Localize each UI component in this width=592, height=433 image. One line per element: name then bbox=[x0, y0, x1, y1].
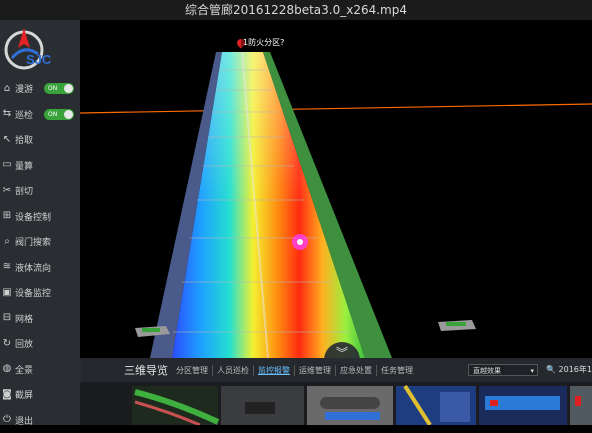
window-title: 综合管廊20161228beta3.0_x264.mp4 bbox=[0, 0, 592, 20]
sidebar-item-replay[interactable]: ↻ 回放 bbox=[0, 331, 80, 357]
thumbnail-5[interactable] bbox=[479, 386, 567, 425]
thumbnail-strip bbox=[80, 382, 592, 425]
tab-monitor-alarm[interactable]: 监控报警 bbox=[254, 365, 295, 376]
tunnel-heatmap-scene bbox=[80, 20, 592, 358]
dropdown-arrow-icon: ▾ bbox=[530, 365, 534, 377]
tab-operations[interactable]: 运维管理 bbox=[295, 365, 336, 376]
globe-icon: ◍ bbox=[2, 364, 12, 374]
thumbnail-2[interactable] bbox=[221, 386, 304, 425]
sidebar-item-device-control[interactable]: ⊞ 设备控制 bbox=[0, 204, 80, 230]
tab-zone-management[interactable]: 分区管理 bbox=[172, 365, 213, 376]
thumbnail-3[interactable] bbox=[307, 386, 393, 425]
sidebar-item-screenshot[interactable]: ◙ 截屏 bbox=[0, 382, 80, 408]
thumbnail-6[interactable] bbox=[570, 386, 592, 425]
sidebar-item-roam[interactable]: ⌂ 漫游 ON bbox=[0, 76, 80, 102]
route-icon: ⇆ bbox=[2, 109, 12, 119]
replay-icon: ↻ bbox=[2, 339, 12, 349]
sidebar-item-measure[interactable]: ▭ 量算 bbox=[0, 153, 80, 179]
sidebar-item-panorama[interactable]: ◍ 全景 bbox=[0, 357, 80, 383]
fire-zone-marker-label[interactable]: 1防火分区? bbox=[241, 37, 286, 48]
svg-text:SJC: SJC bbox=[26, 52, 52, 67]
date-display: 🔍 2016年1 bbox=[546, 364, 592, 375]
sidebar-menu: ⌂ 漫游 ON ⇆ 巡检 ON ↖ 拾取 ▭ 量算 ✂ 剖切 ⊞ 设备控制 ⌕ … bbox=[0, 76, 80, 433]
cut-icon: ✂ bbox=[2, 186, 12, 196]
valve-icon: ⌕ bbox=[2, 237, 12, 247]
power-icon: ⏻ bbox=[2, 415, 12, 425]
patrol-toggle[interactable]: ON bbox=[44, 109, 74, 120]
ruler-icon: ▭ bbox=[2, 160, 12, 170]
sidebar-item-liquid-flow[interactable]: ≋ 液体流向 bbox=[0, 255, 80, 281]
flow-icon: ≋ bbox=[2, 262, 12, 272]
sidebar-item-pick[interactable]: ↖ 拾取 bbox=[0, 127, 80, 153]
device-icon: ⊞ bbox=[2, 211, 12, 221]
sidebar-item-exit[interactable]: ⏻ 退出 bbox=[0, 408, 80, 433]
thumbnail-1[interactable] bbox=[132, 386, 218, 425]
home-icon: ⌂ bbox=[2, 84, 12, 94]
sidebar-item-valve-search[interactable]: ⌕ 阀门搜索 bbox=[0, 229, 80, 255]
sidebar: SJC ⌂ 漫游 ON ⇆ 巡检 ON ↖ 拾取 ▭ 量算 ✂ 剖切 ⊞ 设备控… bbox=[0, 20, 81, 425]
search-icon[interactable]: 🔍 bbox=[546, 365, 556, 374]
bottom-title: 三维导览 bbox=[124, 362, 168, 378]
horizon-line bbox=[80, 104, 592, 113]
3d-viewport[interactable]: 1防火分区? bbox=[80, 20, 592, 358]
grid-icon: ⊟ bbox=[2, 313, 12, 323]
tab-task-management[interactable]: 任务管理 bbox=[377, 365, 417, 376]
sjc-logo: SJC bbox=[2, 24, 56, 74]
roam-toggle[interactable]: ON bbox=[44, 83, 74, 94]
bottom-toolbar: ︾ 三维导览 分区管理 人员巡检 监控报警 运维管理 应急处置 任务管理 直越效… bbox=[80, 358, 592, 382]
cursor-icon: ↖ bbox=[2, 135, 12, 145]
sidebar-item-patrol[interactable]: ⇆ 巡检 ON bbox=[0, 102, 80, 128]
equipment-box-right[interactable] bbox=[438, 320, 476, 331]
effect-select[interactable]: 直越效果 ▾ bbox=[468, 364, 538, 376]
sidebar-item-cut[interactable]: ✂ 剖切 bbox=[0, 178, 80, 204]
sidebar-item-grid[interactable]: ⊟ 网格 bbox=[0, 306, 80, 332]
camera-icon: ◙ bbox=[2, 390, 12, 400]
sidebar-item-device-monitor[interactable]: ▣ 设备监控 bbox=[0, 280, 80, 306]
bottom-tabs: 分区管理 人员巡检 监控报警 运维管理 应急处置 任务管理 bbox=[172, 365, 417, 376]
tab-staff-patrol[interactable]: 人员巡检 bbox=[213, 365, 254, 376]
thumbnail-4[interactable] bbox=[396, 386, 476, 425]
tab-emergency[interactable]: 应急处置 bbox=[336, 365, 377, 376]
monitor-icon: ▣ bbox=[2, 288, 12, 298]
